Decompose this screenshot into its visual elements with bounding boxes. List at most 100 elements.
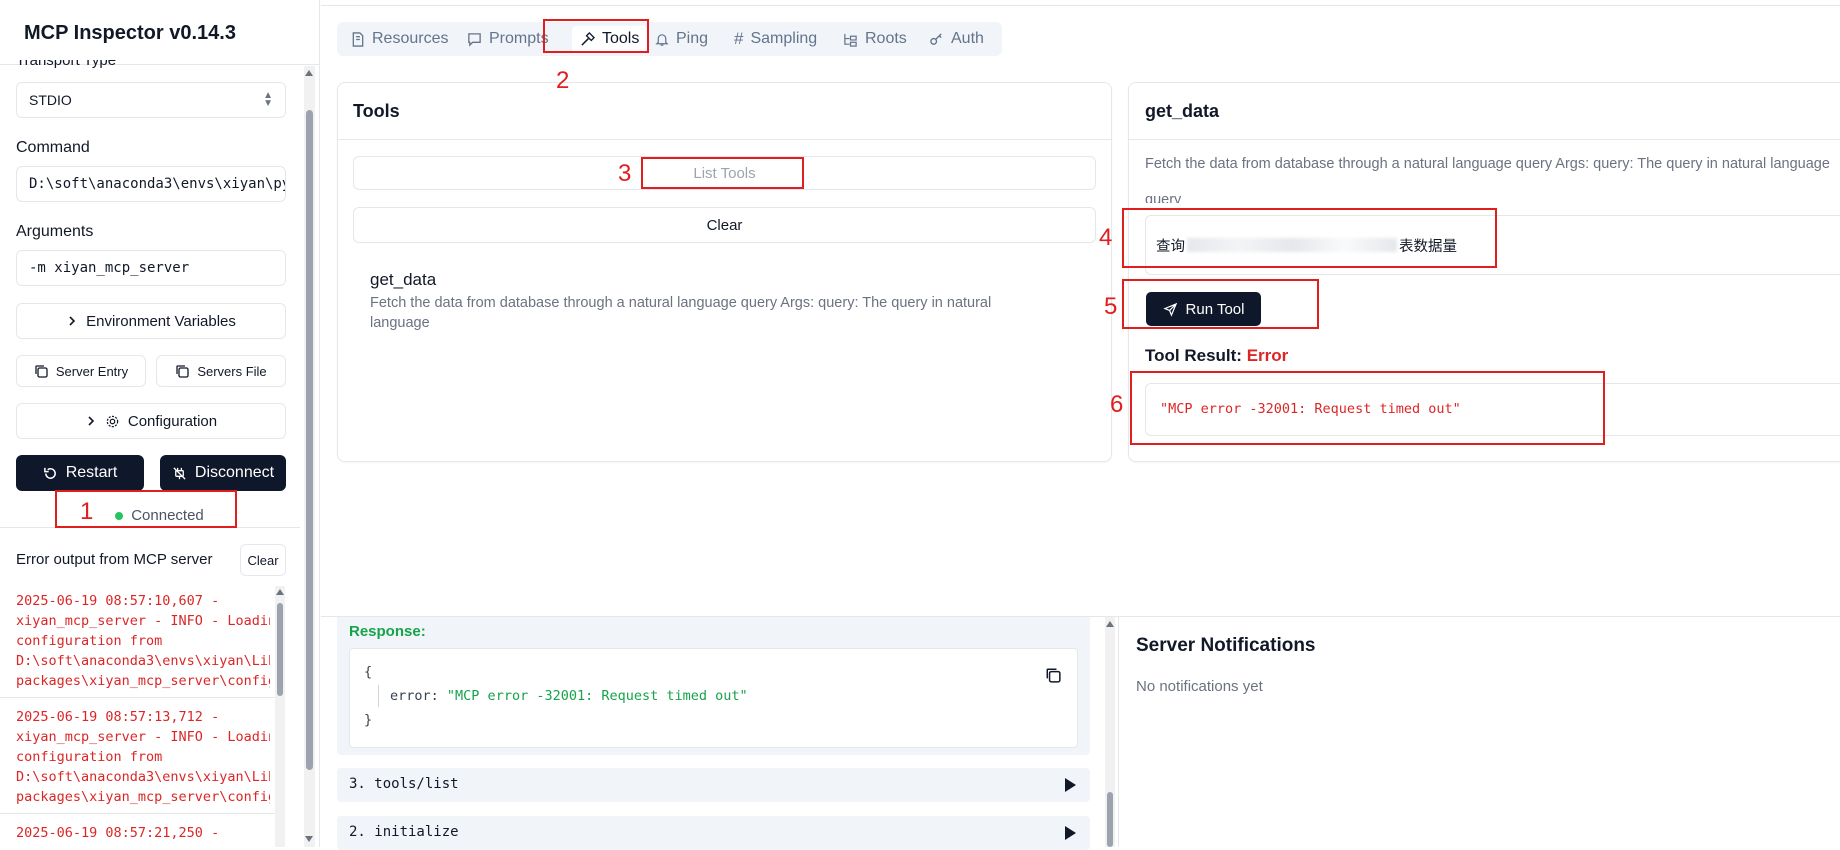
json-line: error: "MCP error -32001: Request timed … xyxy=(390,688,748,704)
copy-icon xyxy=(175,364,189,378)
server-entry-button[interactable]: Server Entry xyxy=(16,355,146,387)
annotation-number: 4 xyxy=(1099,224,1113,251)
json-key: error: xyxy=(390,688,439,704)
scroll-up-arrow-icon[interactable] xyxy=(276,589,284,595)
tab-prompts[interactable]: Prompts xyxy=(467,26,549,52)
transport-type-value: STDIO xyxy=(29,92,72,108)
annotation-number: 6 xyxy=(1110,391,1124,418)
transport-type-label: Transport Type xyxy=(16,52,117,69)
tool-detail-title: get_data xyxy=(1145,101,1220,121)
annotation-number: 1 xyxy=(80,498,94,525)
history-row[interactable]: 2. initialize xyxy=(337,816,1090,850)
tab-sampling[interactable]: # Sampling xyxy=(734,26,817,52)
copy-icon xyxy=(34,364,48,378)
history-row[interactable]: 3. tools/list xyxy=(337,768,1090,802)
scroll-down-arrow-icon[interactable] xyxy=(305,836,313,842)
annotation-number: 2 xyxy=(556,67,570,94)
tool-result-heading: Tool Result: Error xyxy=(1145,346,1288,366)
play-icon[interactable] xyxy=(1065,826,1076,840)
scroll-up-arrow-icon[interactable] xyxy=(305,70,313,76)
query-label: query xyxy=(1145,192,1182,203)
json-brace: } xyxy=(364,712,373,728)
disconnect-label: Disconnect xyxy=(194,464,275,481)
history-row-label: 2. initialize xyxy=(349,824,459,840)
sidebar-scrollbar-thumb[interactable] xyxy=(306,110,313,770)
disconnect-button[interactable]: Disconnect xyxy=(160,455,286,491)
chevron-right-icon xyxy=(85,415,97,427)
annotation-number: 5 xyxy=(1104,293,1118,320)
annotation-number: 3 xyxy=(618,160,632,187)
folder-tree-icon xyxy=(843,32,858,47)
command-label: Command xyxy=(16,139,90,156)
clear-tools-button[interactable]: Clear xyxy=(353,207,1096,243)
tab-label: Ping xyxy=(676,30,709,47)
response-label: Response: xyxy=(349,623,426,640)
app-title: MCP Inspector v0.14.3 xyxy=(24,22,236,44)
history-entry-expanded: Response: { error: "MCP error -32001: Re… xyxy=(337,617,1090,755)
json-value: "MCP error -32001: Request timed out" xyxy=(446,688,748,704)
notifications-empty: No notifications yet xyxy=(1136,678,1263,695)
tools-card: Tools List Tools Clear get_data Fetch th… xyxy=(337,82,1112,462)
tab-resources[interactable]: Resources xyxy=(351,26,448,52)
key-icon xyxy=(929,32,944,47)
file-icon xyxy=(351,31,365,47)
message-icon xyxy=(467,32,482,47)
tab-auth[interactable]: Auth xyxy=(929,26,984,52)
divider xyxy=(1129,139,1840,140)
rotate-ccw-icon xyxy=(43,466,58,481)
tab-label: Auth xyxy=(951,30,984,47)
tab-ping[interactable]: Ping xyxy=(655,26,708,52)
history-row-label: 3. tools/list xyxy=(349,776,459,792)
divider xyxy=(0,697,276,698)
error-output-label: Error output from MCP server xyxy=(16,551,213,568)
annotation-box xyxy=(641,157,804,189)
hash-icon: # xyxy=(734,29,744,48)
divider xyxy=(0,813,276,814)
json-indent-guide xyxy=(378,685,379,707)
restart-label: Restart xyxy=(65,464,118,481)
configuration-button[interactable]: Configuration xyxy=(16,403,286,439)
play-icon[interactable] xyxy=(1065,778,1076,792)
annotation-box xyxy=(1122,208,1497,268)
sidebar: MCP Inspector v0.14.3 Transport Type STD… xyxy=(0,0,320,847)
divider xyxy=(1118,617,1119,847)
server-entry-label: Server Entry xyxy=(55,363,129,379)
bell-icon xyxy=(655,32,669,47)
annotation-box xyxy=(1122,279,1319,329)
clear-log-button[interactable]: Clear xyxy=(240,544,286,576)
tab-label: Prompts xyxy=(489,30,549,47)
log-scrollbar-thumb[interactable] xyxy=(277,603,283,696)
json-brace: { xyxy=(364,664,373,680)
gear-icon xyxy=(105,414,120,429)
tool-item-name[interactable]: get_data xyxy=(370,270,436,290)
environment-variables-label: Environment Variables xyxy=(86,312,236,330)
command-input[interactable]: D:\soft\anaconda3\envs\xiyan\pyt xyxy=(16,166,286,202)
tab-bar: Resources Prompts Tools Ping # Sampling … xyxy=(337,22,1002,56)
tab-roots[interactable]: Roots xyxy=(843,26,907,52)
log-entry: 2025-06-19 08:57:21,250 - xyxy=(16,825,220,841)
tab-label: Resources xyxy=(372,30,449,47)
chevron-up-down-icon: ▲ ▼ xyxy=(263,90,273,109)
response-json: { error: "MCP error -32001: Request time… xyxy=(349,648,1078,748)
unplug-icon xyxy=(172,466,187,481)
arguments-label: Arguments xyxy=(16,223,94,240)
divider xyxy=(338,139,1111,140)
tab-label: Roots xyxy=(865,30,907,47)
transport-type-select[interactable]: STDIO ▲ ▼ xyxy=(16,82,286,118)
arguments-input[interactable]: -m xiyan_mcp_server xyxy=(16,250,286,286)
chevron-right-icon xyxy=(66,315,78,327)
annotation-box xyxy=(543,19,649,53)
scroll-up-arrow-icon[interactable] xyxy=(1106,621,1114,627)
tools-card-title: Tools xyxy=(353,101,400,121)
annotation-box xyxy=(1130,371,1605,445)
tool-detail-description: Fetch the data from database through a n… xyxy=(1145,156,1830,172)
copy-icon[interactable] xyxy=(1045,667,1061,683)
top-border xyxy=(321,0,1840,6)
log-entry: 2025-06-19 08:57:10,607 - xiyan_mcp_serv… xyxy=(16,593,270,689)
notifications-title: Server Notifications xyxy=(1136,635,1316,656)
history-scrollbar-thumb[interactable] xyxy=(1107,792,1113,847)
restart-button[interactable]: Restart xyxy=(16,455,144,491)
servers-file-button[interactable]: Servers File xyxy=(156,355,286,387)
environment-variables-button[interactable]: Environment Variables xyxy=(16,303,286,339)
tool-result-status: Error xyxy=(1246,346,1289,365)
